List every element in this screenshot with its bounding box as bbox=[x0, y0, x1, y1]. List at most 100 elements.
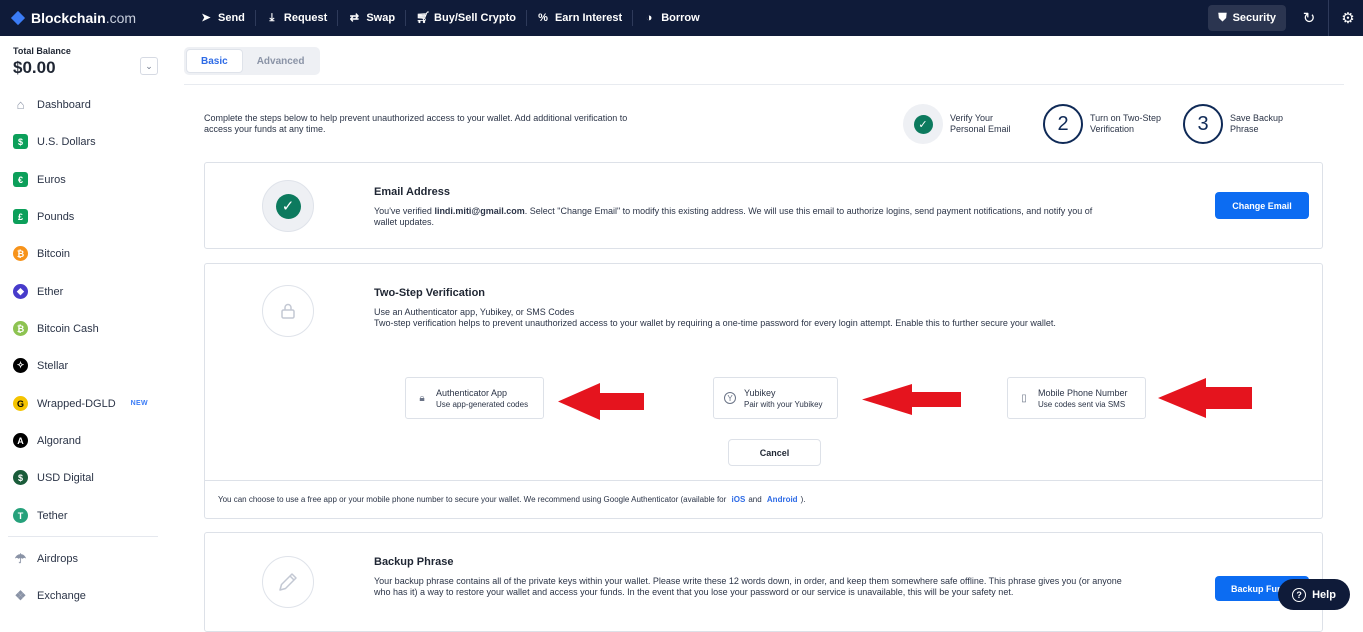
sidebar-item-label: Bitcoin Cash bbox=[37, 322, 99, 335]
sidebar-item-airdrops[interactable]: ☂ Airdrops bbox=[13, 551, 78, 566]
change-email-button[interactable]: Change Email bbox=[1215, 192, 1309, 219]
help-button[interactable]: ? Help bbox=[1278, 579, 1350, 610]
option-yubikey[interactable]: Y Yubikey Pair with your Yubikey bbox=[713, 377, 838, 419]
option-mobile-phone[interactable]: ▯ Mobile Phone Number Use codes sent via … bbox=[1007, 377, 1146, 419]
topbar-divider bbox=[1328, 0, 1329, 36]
sidebar-item-dashboard[interactable]: ⌂ Dashboard bbox=[13, 97, 91, 112]
sidebar-item-bitcoin-cash[interactable]: ₿ Bitcoin Cash bbox=[13, 321, 99, 336]
sidebar-item-label: Wrapped-DGLD bbox=[37, 397, 116, 410]
ios-link[interactable]: iOS bbox=[732, 495, 746, 504]
sidebar-item-label: Pounds bbox=[37, 210, 75, 223]
android-link[interactable]: Android bbox=[767, 495, 798, 504]
help-label: Help bbox=[1312, 588, 1336, 601]
annotation-arrow-left bbox=[862, 384, 961, 415]
top-navbar: Blockchain.com ➤ Send ⤓ Request ⇄ Swap 🛒︎ Bu… bbox=[0, 0, 1363, 36]
home-icon: ⌂ bbox=[13, 97, 28, 112]
backup-card: Backup Phrase Your backup phrase contain… bbox=[204, 532, 1323, 632]
option-title: Mobile Phone Number bbox=[1038, 387, 1128, 398]
sidebar-item-wrapped-dgld[interactable]: G Wrapped-DGLD NEW bbox=[13, 396, 148, 411]
option-subtitle: Pair with your Yubikey bbox=[744, 399, 823, 409]
sidebar-item-algorand[interactable]: A Algorand bbox=[13, 433, 81, 448]
nav-swap[interactable]: ⇄ Swap bbox=[338, 8, 405, 28]
nav-request[interactable]: ⤓ Request bbox=[256, 8, 337, 28]
sidebar-item-label: Exchange bbox=[37, 589, 86, 602]
sidebar-item-usd-digital[interactable]: $ USD Digital bbox=[13, 470, 94, 485]
algorand-icon: A bbox=[13, 433, 28, 448]
intro-text: Complete the steps below to help prevent… bbox=[204, 113, 628, 134]
nav-borrow[interactable]: ◑ Borrow bbox=[633, 8, 710, 28]
sidebar-item-tether[interactable]: T Tether bbox=[13, 508, 68, 523]
total-balance-label: Total Balance bbox=[13, 46, 71, 56]
nav-label: Buy/Sell Crypto bbox=[434, 12, 516, 24]
sidebar-item-exchange[interactable]: ❖ Exchange bbox=[13, 588, 86, 603]
sidebar: Total Balance $0.00 ⌄ ⌂ Dashboard $ U.S. D… bbox=[0, 36, 168, 620]
security-tabs: Basic Advanced bbox=[184, 47, 321, 75]
download-icon: ⤓ bbox=[269, 12, 275, 24]
bitcoin-icon: ₿ bbox=[13, 246, 28, 261]
progress-steps: ✓ Verify Your Personal Email 2 Turn on T… bbox=[903, 104, 1323, 144]
backup-title: Backup Phrase bbox=[374, 556, 454, 568]
bitcoin-cash-icon: ₿ bbox=[13, 321, 28, 336]
nav-send[interactable]: ➤ Send bbox=[190, 8, 255, 28]
email-card-title: Email Address bbox=[374, 186, 451, 198]
option-title: Authenticator App bbox=[436, 387, 508, 398]
sidebar-item-bitcoin[interactable]: ₿ Bitcoin bbox=[13, 246, 70, 261]
two-step-card: Two-Step Verification Use an Authenticat… bbox=[204, 263, 1323, 519]
shield-icon: ⛊ bbox=[1218, 11, 1227, 24]
backup-status-circle bbox=[262, 556, 314, 608]
pencil-icon bbox=[279, 573, 297, 591]
gear-icon: ⚙ bbox=[1341, 10, 1355, 27]
two-step-status-circle bbox=[262, 285, 314, 337]
parachute-icon: ☂ bbox=[13, 550, 28, 566]
tab-basic[interactable]: Basic bbox=[186, 49, 243, 73]
step-done-circle: ✓ bbox=[903, 104, 943, 144]
sidebar-item-ether[interactable]: ◆ Ether bbox=[13, 284, 63, 299]
sidebar-item-euros[interactable]: € Euros bbox=[13, 172, 66, 187]
refresh-icon: ↻ bbox=[1302, 10, 1316, 27]
tab-advanced[interactable]: Advanced bbox=[243, 49, 319, 73]
balance-dropdown-button[interactable]: ⌄ bbox=[140, 57, 158, 75]
nav-label: Request bbox=[283, 12, 328, 24]
step-verify-email: ✓ Verify Your Personal Email bbox=[903, 104, 1043, 144]
question-icon: ? bbox=[1292, 587, 1307, 602]
refresh-button[interactable]: ↻ bbox=[1294, 0, 1324, 36]
two-step-subtitle: Use an Authenticator app, Yubikey, or SM… bbox=[374, 307, 575, 317]
two-step-title: Two-Step Verification bbox=[374, 287, 486, 299]
header-divider bbox=[184, 84, 1344, 85]
nav-label: Earn Interest bbox=[554, 12, 623, 24]
two-step-desc: Two-step verification helps to prevent u… bbox=[374, 318, 1056, 328]
option-subtitle: Use app-generated codes bbox=[436, 399, 529, 409]
option-authenticator-app[interactable]: 🔒︎ Authenticator App Use app-generated co… bbox=[405, 377, 544, 419]
sidebar-item-label: Tether bbox=[37, 509, 68, 522]
brand[interactable]: Blockchain.com bbox=[12, 10, 190, 26]
email-status-circle: ✓ bbox=[262, 180, 314, 232]
settings-button[interactable]: ⚙ bbox=[1333, 0, 1363, 36]
nav-label: Borrow bbox=[661, 12, 700, 24]
footer-suffix: ). bbox=[800, 495, 806, 504]
sidebar-item-pounds[interactable]: £ Pounds bbox=[13, 209, 74, 224]
nav-earn-interest[interactable]: % Earn Interest bbox=[527, 8, 632, 28]
sidebar-item-label: Airdrops bbox=[37, 552, 78, 565]
email-address: lindi.miti@gmail.com bbox=[434, 206, 525, 216]
footer-text: You can choose to use a free app or your… bbox=[218, 495, 727, 504]
send-icon: ➤ bbox=[201, 12, 211, 24]
step-label: Turn on Two-Step Verification bbox=[1090, 113, 1162, 134]
usd-digital-icon: $ bbox=[13, 470, 28, 485]
total-balance-value: $0.00 bbox=[13, 58, 56, 77]
sidebar-item-label: USD Digital bbox=[37, 471, 94, 484]
sidebar-item-label: Algorand bbox=[37, 434, 82, 447]
security-button[interactable]: ⛊ Security bbox=[1208, 5, 1286, 31]
step-label: Save Backup Phrase bbox=[1230, 113, 1284, 134]
sidebar-item-label: Bitcoin bbox=[37, 247, 71, 260]
sidebar-item-stellar[interactable]: ✧ Stellar bbox=[13, 358, 68, 373]
email-card: ✓ Email Address You've verified lindi.mi… bbox=[204, 162, 1323, 249]
chevron-down-icon: ⌄ bbox=[145, 60, 153, 71]
nav-buy-sell[interactable]: 🛒︎ Buy/Sell Crypto bbox=[406, 8, 526, 28]
sidebar-item-usd[interactable]: $ U.S. Dollars bbox=[13, 134, 96, 149]
email-card-desc: You've verified lindi.miti@gmail.com. Se… bbox=[374, 206, 1114, 228]
option-subtitle: Use codes sent via SMS bbox=[1038, 399, 1126, 409]
yubikey-icon: Y bbox=[724, 392, 736, 404]
cancel-button[interactable]: Cancel bbox=[728, 439, 821, 466]
email-desc-prefix: You've verified bbox=[374, 206, 435, 216]
dollar-icon: $ bbox=[13, 134, 28, 149]
